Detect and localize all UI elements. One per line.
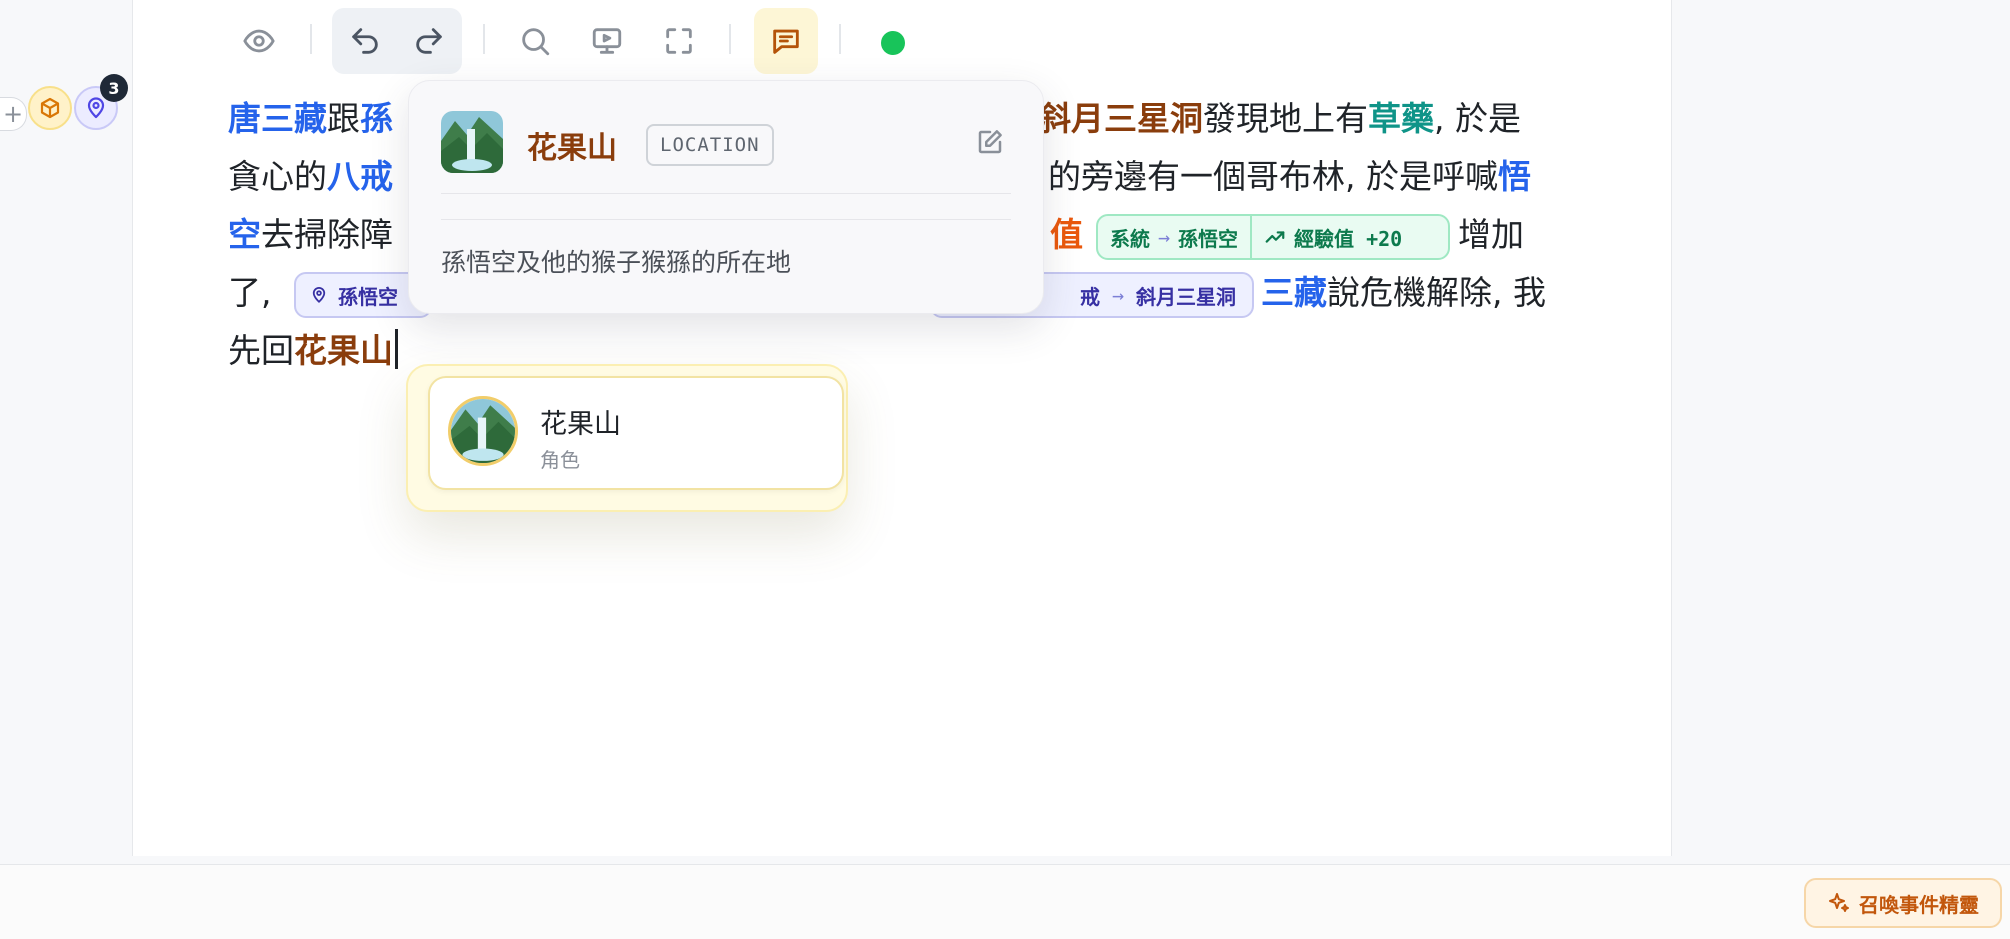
text-segment-plain: 貪心的 [228, 157, 327, 196]
plus-icon: + [2, 100, 24, 128]
chip-stat: 經驗值 +20 [1294, 226, 1403, 251]
editor-line-1: 唐三藏跟孫 [228, 90, 393, 148]
arrow-right-icon: → [1158, 225, 1171, 249]
text-segment-loc[interactable]: 花果山 [294, 331, 393, 370]
text-segment-plain: 的旁邊有一個哥布林, 於是呼喊 [1048, 157, 1498, 196]
edit-icon [978, 130, 1002, 154]
fullscreen-button[interactable] [658, 20, 700, 62]
editor-line-2-right: 的旁邊有一個哥布林, 於是呼喊悟 [1048, 148, 1531, 206]
box-icon [40, 97, 60, 119]
editor-line-1-right: 斜月三星洞發現地上有草藥, 於是 [1038, 90, 1521, 148]
card-divider [441, 193, 1011, 194]
present-button[interactable] [586, 20, 628, 62]
text-segment-char[interactable]: 孫 [360, 99, 393, 138]
suggestion-avatar [448, 396, 518, 466]
text-segment-plain: 發現地上有 [1203, 99, 1368, 138]
entity-title: 花果山 [527, 131, 617, 166]
text-segment-char[interactable]: 八戒 [327, 157, 393, 196]
chip-label: 孫悟空 [338, 284, 398, 309]
toolbar-divider [839, 24, 841, 54]
entity-hover-card: 花果山 LOCATION 孫悟空及他的猴子猴猻的所在地 [408, 80, 1044, 314]
eye-icon [243, 29, 275, 53]
editor-line-4-right: , 三藏說危機解除, 我 [1240, 264, 1546, 322]
text-segment-loc[interactable]: 斜月三星洞 [1038, 99, 1203, 138]
text-segment-char[interactable]: 唐三藏 [228, 99, 327, 138]
map-pin-icon [87, 97, 105, 119]
text-segment-attr[interactable]: 值 [1050, 215, 1083, 254]
editor-line-4: 了, [228, 264, 272, 322]
edit-entity-button[interactable] [975, 127, 1007, 159]
fullscreen-icon [666, 28, 692, 54]
present-icon [592, 28, 622, 54]
chip-target: 斜月三星洞 [1136, 284, 1236, 309]
mention-suggestions: 花果山 角色 [406, 364, 848, 512]
editor-line-2: 貪心的八戒 [228, 148, 393, 206]
text-segment-char[interactable]: 空 [228, 215, 261, 254]
search-button[interactable] [514, 20, 556, 62]
chip-target: 孫悟空 [1178, 226, 1239, 251]
chip-source: 系統 [1110, 226, 1150, 251]
entity-description: 孫悟空及他的猴子猴猻的所在地 [441, 248, 792, 277]
suggestion-type: 角色 [540, 448, 580, 472]
add-block-button[interactable]: + [0, 97, 27, 131]
chip-source: 戒 [1079, 284, 1100, 309]
text-caret [395, 329, 398, 369]
undo-icon [352, 28, 378, 54]
text-segment-plain: 去掃除障 [261, 215, 393, 254]
suggestion-item[interactable]: 花果山 角色 [428, 376, 844, 490]
toolbar-divider [483, 24, 485, 54]
search-icon [522, 28, 550, 56]
toolbar-divider [310, 24, 312, 54]
location-count-badge: 3 [100, 74, 128, 102]
editor-line-3-right: 值 [1050, 206, 1083, 264]
experience-event-chip[interactable]: 系統 → 孫悟空 經驗值 +20 [1096, 214, 1450, 260]
suggestion-name: 花果山 [540, 409, 621, 440]
redo-icon [416, 28, 442, 54]
text-segment-char[interactable]: 悟 [1498, 157, 1531, 196]
card-divider [441, 219, 1011, 220]
redo-button[interactable] [408, 20, 450, 62]
text-segment-plain: , 於是 [1434, 99, 1521, 138]
after-chip-text: 增加 [1458, 215, 1524, 254]
text-segment-plain: 了, [228, 273, 272, 312]
toolbar-divider [729, 24, 731, 54]
item-marker-button[interactable] [28, 86, 72, 130]
text-segment-plain: 跟 [327, 99, 360, 138]
text-segment-plain: 說危機解除, 我 [1326, 273, 1546, 312]
sparkles-icon [1829, 893, 1849, 912]
undo-button[interactable] [344, 20, 386, 62]
editor-line-5: 先回花果山 [228, 322, 398, 380]
entity-type-badge: LOCATION [646, 124, 774, 166]
location-thumbnail [441, 111, 503, 173]
trending-up-icon [1265, 231, 1285, 243]
editor-line-3: 空去掃除障 [228, 206, 393, 264]
text-segment-item[interactable]: 草藥 [1368, 99, 1434, 138]
connection-status-dot [881, 31, 905, 55]
text-segment-plain: 先回 [228, 331, 294, 370]
arrow-right-icon: → [1111, 283, 1124, 307]
map-pin-icon [312, 287, 326, 303]
summon-event-spirit-button[interactable]: 召喚事件精靈 [1804, 878, 2002, 928]
summon-button-label: 召喚事件精靈 [1859, 892, 1979, 917]
comment-icon-wrap [765, 20, 807, 62]
bottom-bar [0, 864, 2010, 939]
comment-icon [773, 29, 799, 54]
text-segment-char[interactable]: 三藏 [1261, 273, 1327, 312]
preview-button[interactable] [238, 20, 280, 62]
